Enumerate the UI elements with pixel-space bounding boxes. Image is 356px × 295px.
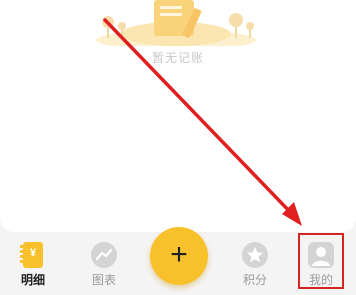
- ledger-icon: ¥: [20, 242, 43, 268]
- tab-detail[interactable]: ¥ 明细: [8, 242, 58, 288]
- chart-icon: [91, 242, 117, 268]
- tab-chart-label: 图表: [91, 273, 116, 287]
- add-record-button[interactable]: +: [150, 227, 208, 285]
- empty-ledger-illustration: [96, 0, 256, 46]
- empty-state-text: 暂无记账: [151, 51, 204, 65]
- tab-points[interactable]: 积分: [230, 242, 280, 288]
- star-icon: [242, 242, 268, 268]
- tab-detail-label: 明细: [20, 273, 45, 287]
- tab-points-label: 积分: [242, 273, 267, 287]
- content-card: 暂无记账: [0, 0, 356, 232]
- tab-chart[interactable]: 图表: [79, 242, 129, 288]
- annotation-highlight-box: [298, 233, 344, 289]
